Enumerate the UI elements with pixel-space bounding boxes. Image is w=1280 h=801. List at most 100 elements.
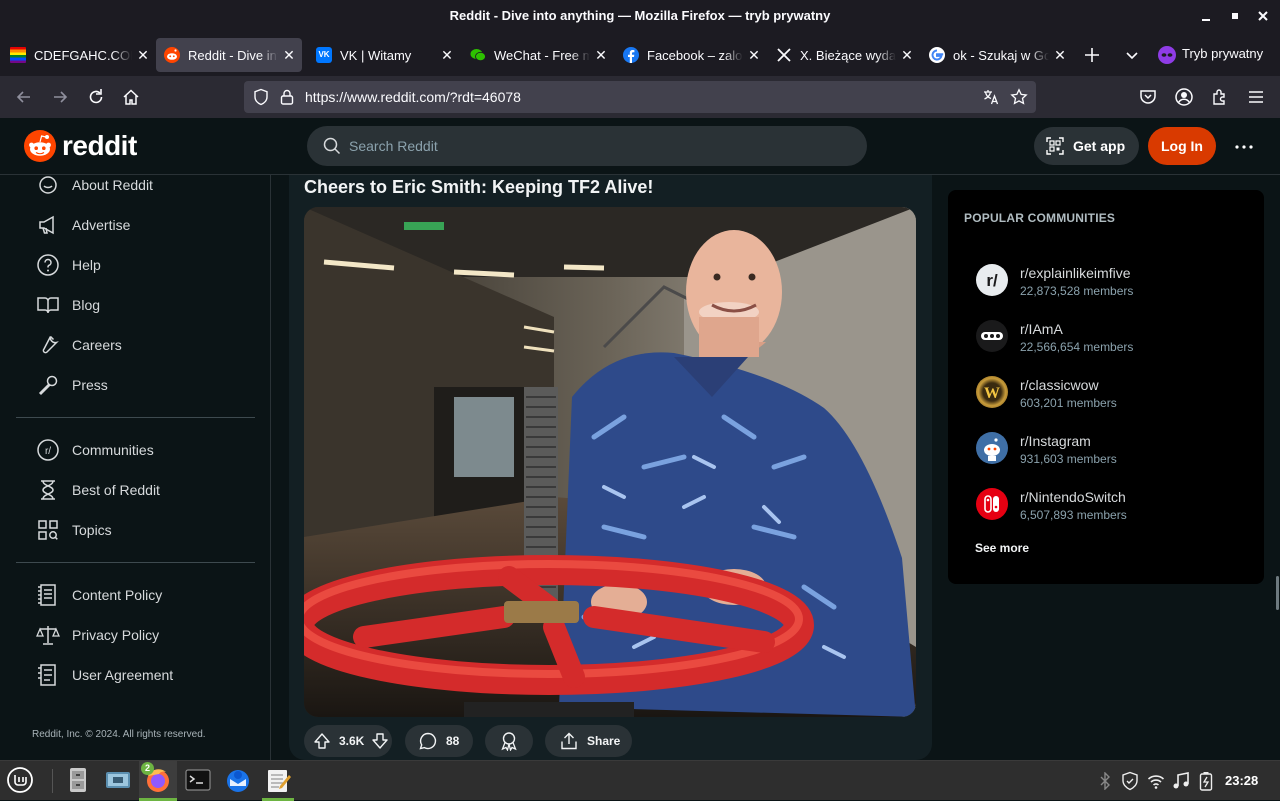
tab-x[interactable]: X. Bieżące wydarzenia ✕ <box>770 38 914 72</box>
bookmark-star-icon[interactable] <box>1010 88 1028 106</box>
more-options-icon[interactable] <box>1234 137 1254 157</box>
sidebar-item-help[interactable]: Help <box>36 253 101 277</box>
close-window-icon[interactable] <box>1256 9 1270 23</box>
wifi-icon[interactable] <box>1147 772 1165 790</box>
sidebar-item-label: Best of Reddit <box>72 482 160 498</box>
sidebar-item-label: Careers <box>72 337 122 353</box>
tab-reddit[interactable]: Reddit - Dive into anything ✕ <box>156 38 302 72</box>
upvote-icon[interactable] <box>313 732 331 750</box>
sidebar-item-blog[interactable]: Blog <box>36 293 100 317</box>
back-icon[interactable] <box>14 87 34 107</box>
mint-menu-icon[interactable] <box>6 766 34 794</box>
shield-update-icon[interactable] <box>1120 771 1140 791</box>
sidebar-item-privacy-policy[interactable]: Privacy Policy <box>36 623 159 647</box>
extensions-icon[interactable] <box>1210 87 1230 107</box>
community-item[interactable]: r/Instagram 931,603 members <box>976 432 1236 472</box>
translate-icon[interactable] <box>982 88 1000 106</box>
sidebar-item-label: Communities <box>72 442 154 458</box>
sidebar-divider <box>16 562 255 563</box>
community-item[interactable]: r/IAmA 22,566,654 members <box>976 320 1236 360</box>
sidebar-item-topics[interactable]: Topics <box>36 518 112 542</box>
tab-facebook[interactable]: Facebook – zaloguj się ✕ <box>617 38 761 72</box>
maximize-icon[interactable] <box>1228 9 1242 23</box>
comment-count: 88 <box>446 734 460 748</box>
sidebar-item-content-policy[interactable]: Content Policy <box>36 583 162 607</box>
login-button[interactable]: Log In <box>1148 127 1216 165</box>
community-item[interactable]: r/NintendoSwitch 6,507,893 members <box>976 488 1236 528</box>
svg-text:r/: r/ <box>986 271 998 290</box>
reload-icon[interactable] <box>86 87 106 107</box>
vk-favicon: VK <box>316 47 332 63</box>
pocket-icon[interactable] <box>1138 87 1158 107</box>
sidebar-item-careers[interactable]: Careers <box>36 333 122 357</box>
terminal-icon[interactable] <box>184 766 212 794</box>
post-title[interactable]: Cheers to Eric Smith: Keeping TF2 Alive! <box>304 177 653 198</box>
community-item[interactable]: W r/classicwow 603,201 members <box>976 376 1236 416</box>
downvote-icon[interactable] <box>371 732 389 750</box>
minimize-icon[interactable] <box>1199 9 1213 23</box>
tab-cdefgahc[interactable]: CDEFGAHC.COM ✕ <box>4 38 150 72</box>
tab-wechat[interactable]: WeChat - Free messaging ✕ <box>464 38 608 72</box>
tracking-protection-shield-icon[interactable] <box>252 88 270 106</box>
sidebar-item-label: About Reddit <box>72 177 153 193</box>
close-tab-icon[interactable]: ✕ <box>900 48 914 62</box>
close-tab-icon[interactable]: ✕ <box>594 48 608 62</box>
sidebar-item-advertise[interactable]: Advertise <box>36 213 130 237</box>
home-icon[interactable] <box>121 87 141 107</box>
menu-hamburger-icon[interactable] <box>1246 87 1266 107</box>
firefox-taskbar-button[interactable]: 2 <box>139 761 177 801</box>
page-scrollbar[interactable] <box>1276 576 1279 610</box>
share-icon <box>561 732 577 750</box>
microphone-icon <box>38 375 58 396</box>
search-input[interactable]: Search Reddit <box>307 126 867 166</box>
list-all-tabs-icon[interactable] <box>1123 46 1141 64</box>
community-members: 6,507,893 members <box>1020 508 1127 522</box>
close-tab-icon[interactable]: ✕ <box>136 48 150 62</box>
community-members: 931,603 members <box>1020 452 1117 466</box>
close-tab-icon[interactable]: ✕ <box>1053 48 1067 62</box>
reddit-logo[interactable]: reddit <box>24 130 137 162</box>
bluetooth-icon[interactable] <box>1097 772 1113 790</box>
award-button[interactable] <box>485 725 533 757</box>
thunderbird-icon[interactable] <box>224 766 252 794</box>
close-tab-icon[interactable]: ✕ <box>440 48 454 62</box>
sound-icon[interactable] <box>1172 772 1190 790</box>
forward-icon[interactable] <box>50 87 70 107</box>
help-icon <box>37 254 59 276</box>
post-image[interactable] <box>304 207 916 717</box>
comments-button[interactable]: 88 <box>405 725 473 757</box>
tab-label: ok - Szukaj w Google <box>953 47 1049 63</box>
tab-label: WeChat - Free messaging <box>494 47 590 63</box>
get-app-button[interactable]: Get app <box>1034 127 1139 165</box>
see-more-button[interactable]: See more <box>975 541 1029 555</box>
lock-icon[interactable] <box>279 88 295 106</box>
sidebar-item-label: Topics <box>72 522 112 538</box>
sidebar-item-best-of-reddit[interactable]: Best of Reddit <box>36 478 160 502</box>
community-members: 22,566,654 members <box>1020 340 1134 354</box>
new-tab-icon[interactable] <box>1083 46 1101 64</box>
wrench-icon <box>42 335 59 354</box>
sidebar-item-label: User Agreement <box>72 667 174 683</box>
text-editor-icon[interactable] <box>264 766 292 794</box>
battery-icon[interactable] <box>1199 771 1213 791</box>
account-icon[interactable] <box>1174 87 1194 107</box>
close-tab-icon[interactable]: ✕ <box>282 48 296 62</box>
sidebar-item-user-agreement[interactable]: User Agreement <box>36 663 173 687</box>
tab-vk[interactable]: VK VK | Witamy ✕ <box>310 38 454 72</box>
url-text[interactable]: https://www.reddit.com/?rdt=46078 <box>305 89 521 105</box>
address-bar[interactable]: https://www.reddit.com/?rdt=46078 <box>244 81 1036 113</box>
taskbar-clock[interactable]: 23:28 <box>1225 773 1258 788</box>
share-button[interactable]: Share <box>545 725 632 757</box>
file-cabinet-icon[interactable] <box>64 766 92 794</box>
close-tab-icon[interactable]: ✕ <box>747 48 761 62</box>
vote-bar: 3.6K <box>304 725 392 757</box>
qr-code-icon <box>1046 137 1064 155</box>
post-card[interactable]: Cheers to Eric Smith: Keeping TF2 Alive! <box>289 175 932 760</box>
sidebar-item-communities[interactable]: r/ Communities <box>36 438 154 462</box>
google-favicon <box>929 47 945 63</box>
sidebar-item-press[interactable]: Press <box>36 373 108 397</box>
tab-google[interactable]: ok - Szukaj w Google ✕ <box>923 38 1067 72</box>
sidebar-item-about[interactable]: About Reddit <box>36 173 153 197</box>
show-desktop-icon[interactable] <box>104 766 132 794</box>
community-item[interactable]: r/ r/explainlikeimfive 22,873,528 member… <box>976 264 1236 304</box>
